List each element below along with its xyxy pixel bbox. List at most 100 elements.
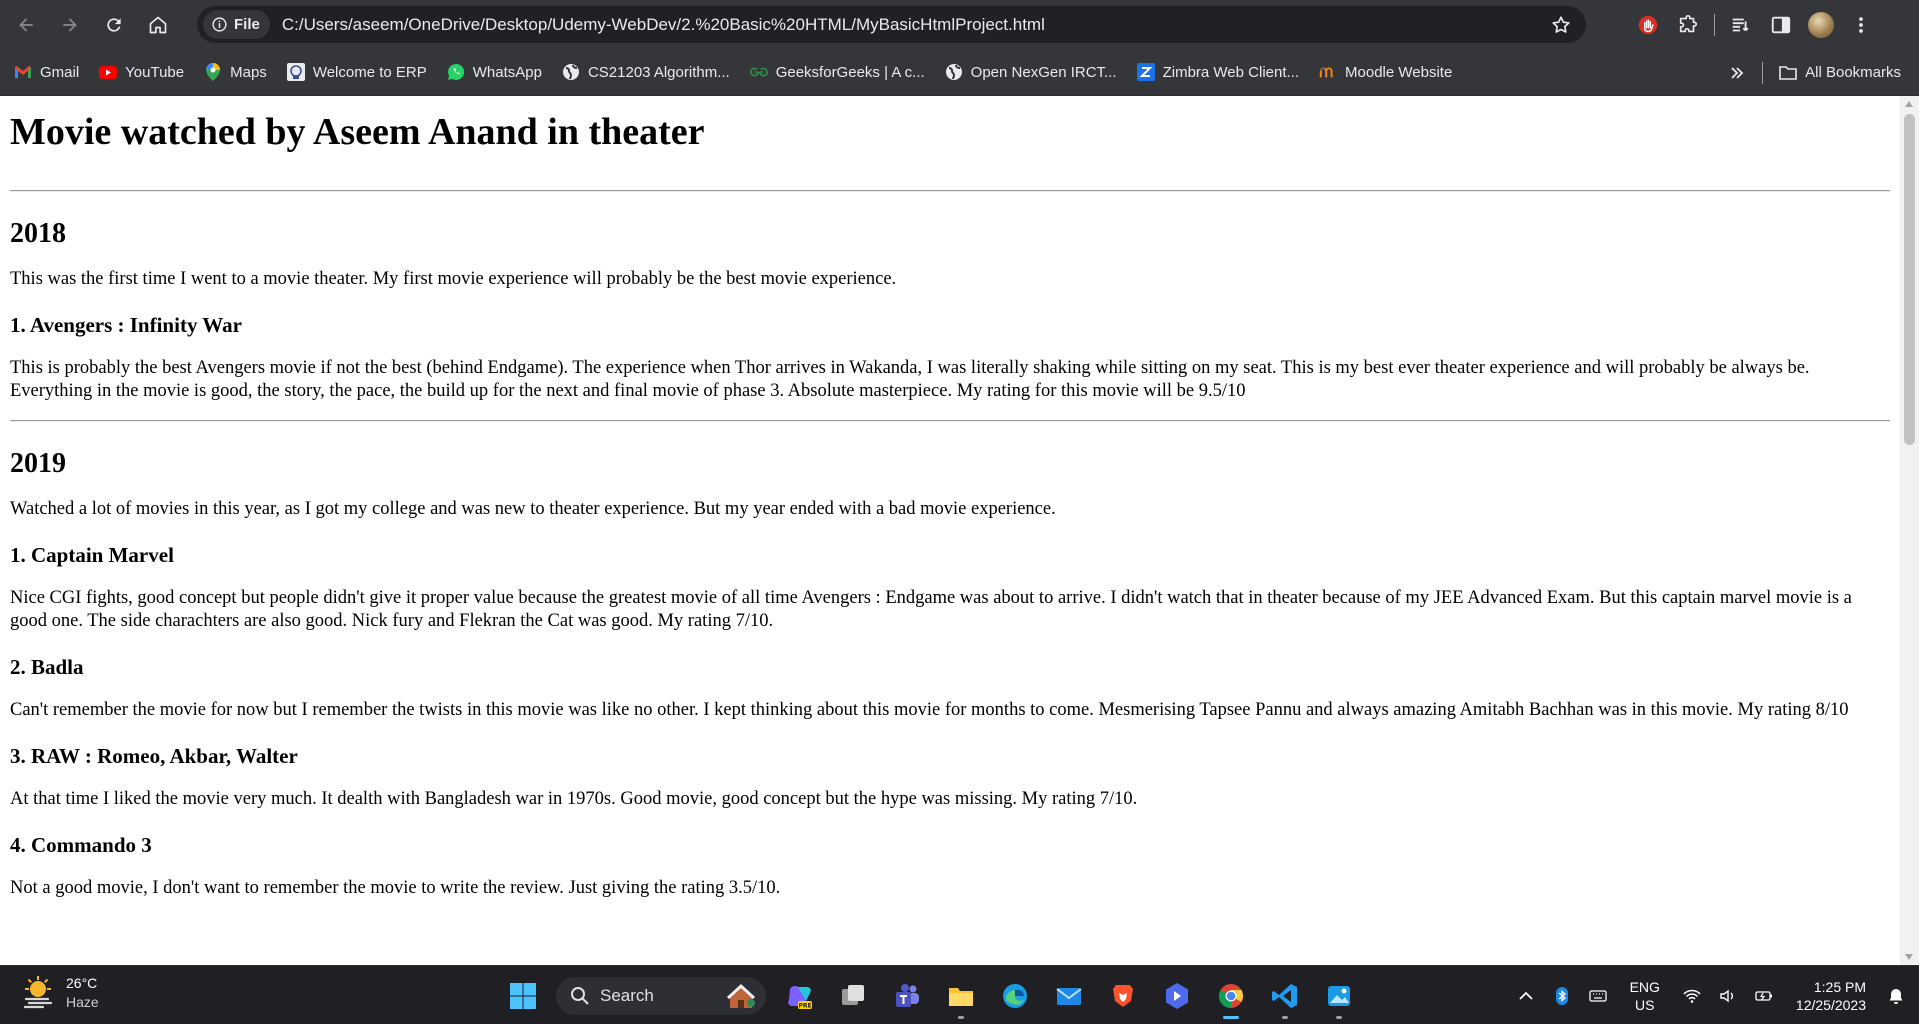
- vertical-scrollbar[interactable]: [1900, 96, 1919, 965]
- toolbar-divider: [1714, 13, 1715, 36]
- erp-icon: [286, 63, 305, 81]
- weather-haze-icon: [23, 976, 53, 1009]
- movie-heading: 1. Avengers : Infinity War: [10, 313, 242, 337]
- home-button[interactable]: [140, 7, 176, 43]
- movie-review: Nice CGI fights, good concept but people…: [10, 588, 1852, 631]
- task-view-icon: [842, 984, 864, 1005]
- mail-button[interactable]: [1046, 973, 1092, 1019]
- power-automate-button[interactable]: [1154, 973, 1200, 1019]
- bookmark-label: Gmail: [40, 63, 80, 81]
- notifications-button[interactable]: [1881, 976, 1911, 1016]
- avatar: [1808, 11, 1834, 38]
- year-heading: 2018: [10, 218, 66, 249]
- file-explorer-button[interactable]: [938, 973, 984, 1019]
- bookmark-erp[interactable]: Welcome to ERP: [277, 56, 437, 88]
- start-button[interactable]: [500, 973, 546, 1019]
- bookmark-geeksforgeeks[interactable]: GeeksforGeeks | A c...: [740, 56, 935, 88]
- edge-button[interactable]: [992, 973, 1038, 1019]
- bookmark-star-icon[interactable]: [1550, 14, 1572, 36]
- scroll-thumb[interactable]: [1904, 114, 1915, 445]
- copilot-button[interactable]: PRE: [776, 973, 822, 1019]
- profile-button[interactable]: [1801, 6, 1841, 43]
- movie-review: This is probably the best Avengers movie…: [10, 358, 1810, 401]
- year-intro: This was the first time I went to a movi…: [10, 269, 897, 289]
- geeksforgeeks-icon: [749, 63, 768, 81]
- globe-icon: [562, 63, 580, 81]
- site-info-chip[interactable]: File: [203, 10, 270, 39]
- brave-button[interactable]: [1100, 973, 1146, 1019]
- back-button[interactable]: [8, 7, 44, 43]
- show-hidden-icons-button[interactable]: [1511, 976, 1541, 1016]
- bluetooth-button[interactable]: [1547, 976, 1577, 1016]
- bookmark-youtube[interactable]: YouTube: [89, 56, 194, 88]
- bookmark-gmail[interactable]: Gmail: [4, 56, 89, 88]
- region-code: US: [1635, 996, 1655, 1013]
- extensions-area: [1628, 6, 1881, 43]
- bookmark-moodle[interactable]: Moodle Website: [1309, 56, 1462, 88]
- url-text[interactable]: C:/Users/aseem/OneDrive/Desktop/Udemy-We…: [282, 15, 1045, 35]
- battery-charging-icon: [1755, 990, 1772, 1001]
- movie-heading: 3. RAW : Romeo, Akbar, Walter: [10, 744, 298, 768]
- all-bookmarks-button[interactable]: All Bookmarks: [1769, 57, 1919, 89]
- search-placeholder: Search: [600, 985, 654, 1005]
- bookmark-cs21203[interactable]: CS21203 Algorithm...: [552, 56, 740, 88]
- scroll-up-arrow-icon[interactable]: [1905, 101, 1913, 107]
- teams-button[interactable]: [884, 973, 930, 1019]
- scroll-down-arrow-icon[interactable]: [1905, 954, 1913, 960]
- more-bookmarks-button[interactable]: [1718, 57, 1756, 89]
- bookmark-nexgen-irctc[interactable]: Open NexGen IRCT...: [935, 56, 1127, 88]
- globe-icon: [945, 63, 963, 81]
- brave-lion-icon: [1113, 984, 1133, 1007]
- address-bar[interactable]: File C:/Users/aseem/OneDrive/Desktop/Ude…: [197, 6, 1586, 43]
- copilot-icon: PRE: [788, 985, 812, 1009]
- movie-heading: 1. Captain Marvel: [10, 543, 174, 567]
- bookmark-label: Zimbra Web Client...: [1162, 63, 1300, 81]
- language-indicator[interactable]: ENG US: [1630, 978, 1660, 1014]
- bookmark-label: CS21203 Algorithm...: [587, 63, 730, 81]
- browser-menu-button[interactable]: [1841, 6, 1881, 43]
- photos-button[interactable]: [1316, 973, 1362, 1019]
- hexagon-app-icon: [1166, 982, 1188, 1009]
- taskbar-apps: Search PRE: [496, 966, 1366, 1024]
- extensions-menu-button[interactable]: [1668, 6, 1708, 43]
- clock-time: 1:25 PM: [1813, 978, 1866, 995]
- vscode-button[interactable]: [1262, 973, 1308, 1019]
- clock[interactable]: 1:25 PM 12/25/2023: [1796, 978, 1866, 1014]
- task-view-button[interactable]: [830, 973, 876, 1019]
- folder-icon: [949, 987, 973, 1006]
- bookmark-maps[interactable]: Maps: [194, 56, 277, 88]
- folder-icon: [1779, 64, 1797, 82]
- movie-heading: 4. Commando 3: [10, 833, 152, 857]
- bookmark-whatsapp[interactable]: WhatsApp: [437, 56, 552, 88]
- divider: [10, 190, 1890, 192]
- extension-button[interactable]: [1628, 6, 1668, 43]
- bookmark-zimbra[interactable]: Zimbra Web Client...: [1127, 56, 1309, 88]
- taskbar-search[interactable]: Search: [556, 976, 766, 1015]
- mail-icon: [1056, 987, 1082, 1005]
- chrome-icon: [1218, 983, 1243, 1008]
- wifi-icon: [1683, 989, 1701, 1003]
- bookmark-label: GeeksforGeeks | A c...: [775, 63, 925, 81]
- movie-review: Can't remember the movie for now but I r…: [10, 700, 1849, 720]
- info-icon: [212, 17, 227, 32]
- forward-button[interactable]: [52, 7, 88, 43]
- page-content: Movie watched by Aseem Anand in theater …: [0, 110, 1900, 900]
- teams-icon: [896, 983, 919, 1007]
- chrome-button[interactable]: [1208, 973, 1254, 1019]
- page-viewport[interactable]: Movie watched by Aseem Anand in theater …: [0, 96, 1919, 965]
- volume-button[interactable]: [1713, 976, 1743, 1016]
- photos-icon: [1328, 985, 1350, 1006]
- side-panel-button[interactable]: [1761, 6, 1801, 43]
- clock-date: 12/25/2023: [1795, 996, 1866, 1013]
- battery-button[interactable]: [1749, 976, 1779, 1016]
- keyboard-button[interactable]: [1583, 976, 1613, 1016]
- reading-list-button[interactable]: [1721, 6, 1761, 43]
- bookmark-label: Moodle Website: [1345, 63, 1453, 81]
- weather-widget[interactable]: 26°C Haze: [20, 974, 99, 1012]
- bell-icon: [1889, 988, 1903, 1004]
- network-button[interactable]: [1677, 976, 1707, 1016]
- bookmarks-bar: Gmail YouTube Maps Welcome to ERP WhatsA…: [0, 49, 1919, 96]
- bookmark-label: YouTube: [125, 63, 185, 81]
- year-intro: Watched a lot of movies in this year, as…: [10, 499, 1056, 519]
- reload-button[interactable]: [96, 7, 132, 43]
